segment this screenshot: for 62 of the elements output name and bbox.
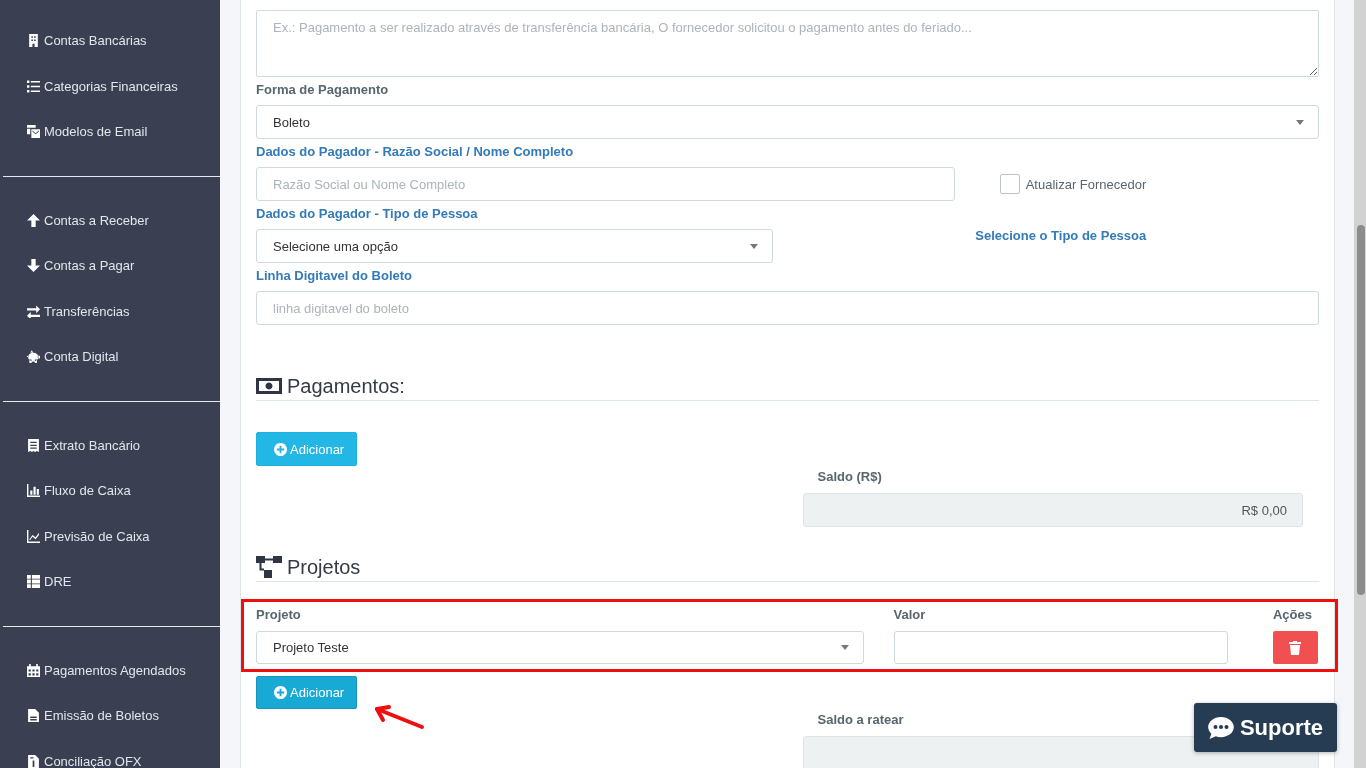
column-label: Valor	[893, 607, 926, 623]
trash-icon	[1289, 640, 1302, 655]
sidebar-item[interactable]: Conciliação OFX	[0, 738, 220, 768]
field-label: Linha Digitavel do Boleto	[256, 268, 412, 284]
up-arrow-icon	[27, 213, 40, 227]
sidebar-item[interactable]: Previsão de Caixa	[0, 513, 220, 559]
checkbox[interactable]	[999, 174, 1020, 194]
sidebar-item[interactable]: Modelos de Email	[0, 109, 220, 155]
sidebar-item[interactable]: Pagamentos Agendados	[0, 647, 220, 693]
scrollbar-thumb[interactable]	[1357, 225, 1365, 595]
down-arrow-icon	[27, 259, 40, 273]
annotation-arrow	[373, 704, 425, 730]
sidebar-item[interactable]: Emissão de Boletos	[0, 693, 220, 739]
swap-arrows-icon	[27, 304, 40, 318]
column-label: Projeto	[256, 607, 301, 623]
calendar-icon	[27, 663, 40, 677]
sidebar-item[interactable]: Contas a Receber	[0, 197, 220, 243]
scrollbar[interactable]	[1354, 0, 1366, 768]
value-field[interactable]	[893, 631, 1228, 664]
document-icon	[27, 709, 40, 723]
checkbox-label: Atualizar Fornecedor	[1025, 176, 1147, 192]
sidebar-item[interactable]: Transferências	[0, 288, 220, 334]
payer-name-field[interactable]: Razão Social ou Nome Completo	[256, 167, 955, 201]
sidebar-item[interactable]: Contas Bancárias	[0, 18, 220, 64]
table-list-icon	[27, 575, 40, 589]
caret-icon	[840, 645, 849, 650]
balance-label: Saldo a ratear	[817, 712, 904, 728]
column-label: Ações	[1272, 607, 1312, 623]
sidebar-item[interactable]: Categorias Financeiras	[0, 63, 220, 109]
payer-type-hint: Selecione o Tipo de Pessoa	[975, 228, 1147, 244]
bar-chart-icon	[27, 484, 40, 498]
caret-icon	[1296, 119, 1304, 125]
section-title: Projetos	[287, 555, 361, 579]
balance-field: R$ 0,00	[802, 493, 1303, 527]
sidebar-item[interactable]: Conta Digital	[0, 334, 220, 380]
caret-icon	[749, 243, 758, 249]
balance-label: Saldo (R$)	[817, 469, 882, 485]
project-select[interactable]: Projeto Teste	[256, 631, 864, 664]
sidebar-item[interactable]: Contas a Pagar	[0, 243, 220, 289]
sidebar-item[interactable]: DRE	[0, 559, 220, 605]
field-label: Forma de Pagamento	[256, 82, 389, 98]
sitemap-icon	[256, 556, 282, 578]
delete-button[interactable]	[1272, 631, 1318, 664]
notes-field[interactable]: Ex.: Pagamento a ser realizado através de transferência bancária, O fornecedor solicitou o pagamento antes do feriado...	[256, 10, 1319, 77]
piggy-bank-icon	[27, 350, 40, 364]
receipt-icon	[27, 438, 40, 452]
field-label: Dados do Pagador - Tipo de Pessoa	[256, 206, 478, 222]
section-title: Pagamentos:	[287, 374, 405, 398]
field-label: Dados do Pagador - Razão Social / Nome Completo	[256, 144, 574, 160]
line-chart-icon	[27, 529, 40, 543]
sidebar-item[interactable]: Fluxo de Caixa	[0, 468, 220, 514]
building-icon	[27, 34, 40, 48]
list-icon	[27, 79, 40, 93]
envelope-icon	[27, 125, 40, 139]
document-icon	[27, 754, 40, 768]
banknote-icon	[256, 378, 282, 394]
barcode-line-field[interactable]: linha digitavel do boleto	[256, 291, 1319, 325]
support-button[interactable]: Suporte	[1194, 703, 1337, 752]
chat-icon	[1207, 716, 1234, 739]
payer-type-select[interactable]: Selecione uma opção	[256, 229, 773, 263]
payment-method-select[interactable]: Boleto	[256, 105, 1319, 139]
sidebar-item[interactable]: Extrato Bancário	[0, 422, 220, 468]
